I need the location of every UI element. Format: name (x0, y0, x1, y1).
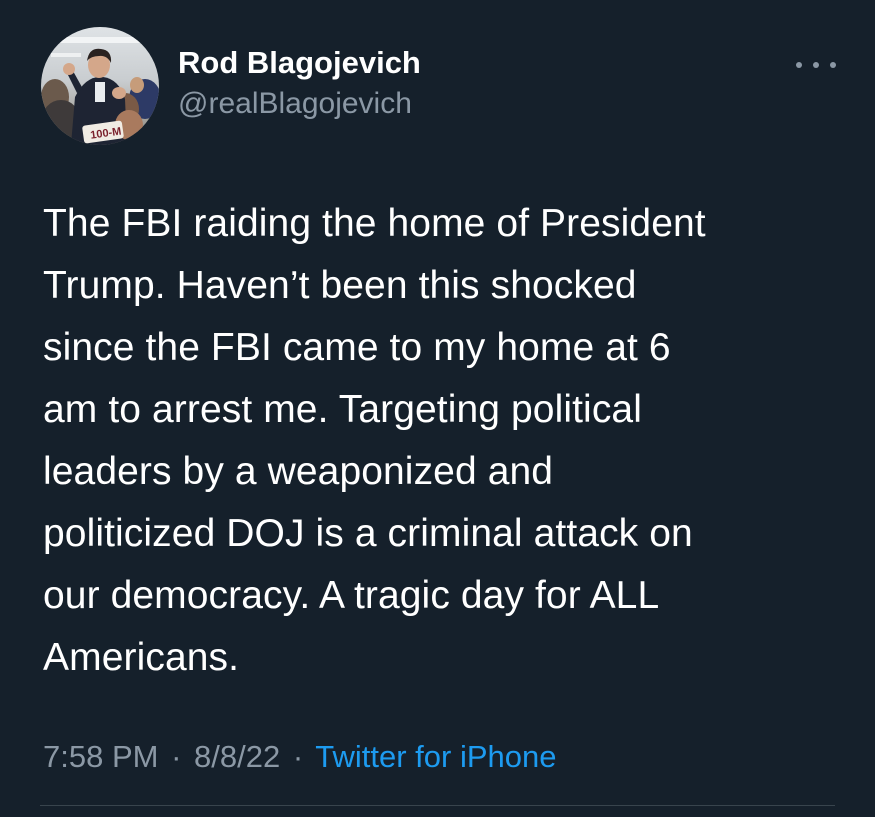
tweet-text-line: politicized DOJ is a criminal attack on (43, 512, 693, 555)
tweet-text: The FBI raiding the home of President Tr… (43, 193, 843, 689)
meta-separator: · (171, 739, 182, 774)
avatar-photo: 100-M (41, 27, 159, 145)
tweet-text-line: since the FBI came to my home at 6 (43, 326, 671, 369)
more-dot (796, 62, 802, 68)
tweet-text-line: Trump. Haven’t been this shocked (43, 264, 637, 307)
user-info: Rod Blagojevich @realBlagojevich (178, 44, 421, 123)
tweet-text-line: am to arrest me. Targeting political (43, 388, 642, 431)
avatar[interactable]: 100-M (41, 27, 159, 145)
tweet-text-line: leaders by a weaponized and (43, 450, 554, 493)
more-horizontal-icon[interactable] (796, 56, 836, 74)
tweet-text-line: our democracy. A tragic day for ALL (43, 574, 660, 617)
tweet-time[interactable]: 7:58 PM (43, 739, 158, 774)
meta-separator: · (292, 739, 304, 774)
tweet-source-link[interactable]: Twitter for iPhone (315, 739, 556, 774)
divider (40, 805, 835, 806)
tweet: 100-M Rod Blagojevich @realBlagojevich T… (0, 0, 875, 817)
tweet-date[interactable]: 8/8/22 (194, 739, 280, 774)
user-handle[interactable]: @realBlagojevich (178, 85, 421, 123)
tweet-text-line: The FBI raiding the home of President (43, 202, 706, 245)
more-dot (830, 62, 836, 68)
more-dot (813, 62, 819, 68)
tweet-meta: 7:58 PM · 8/8/22 · Twitter for iPhone (43, 735, 556, 779)
tweet-text-line: Americans. (43, 636, 240, 679)
display-name[interactable]: Rod Blagojevich (178, 44, 421, 82)
